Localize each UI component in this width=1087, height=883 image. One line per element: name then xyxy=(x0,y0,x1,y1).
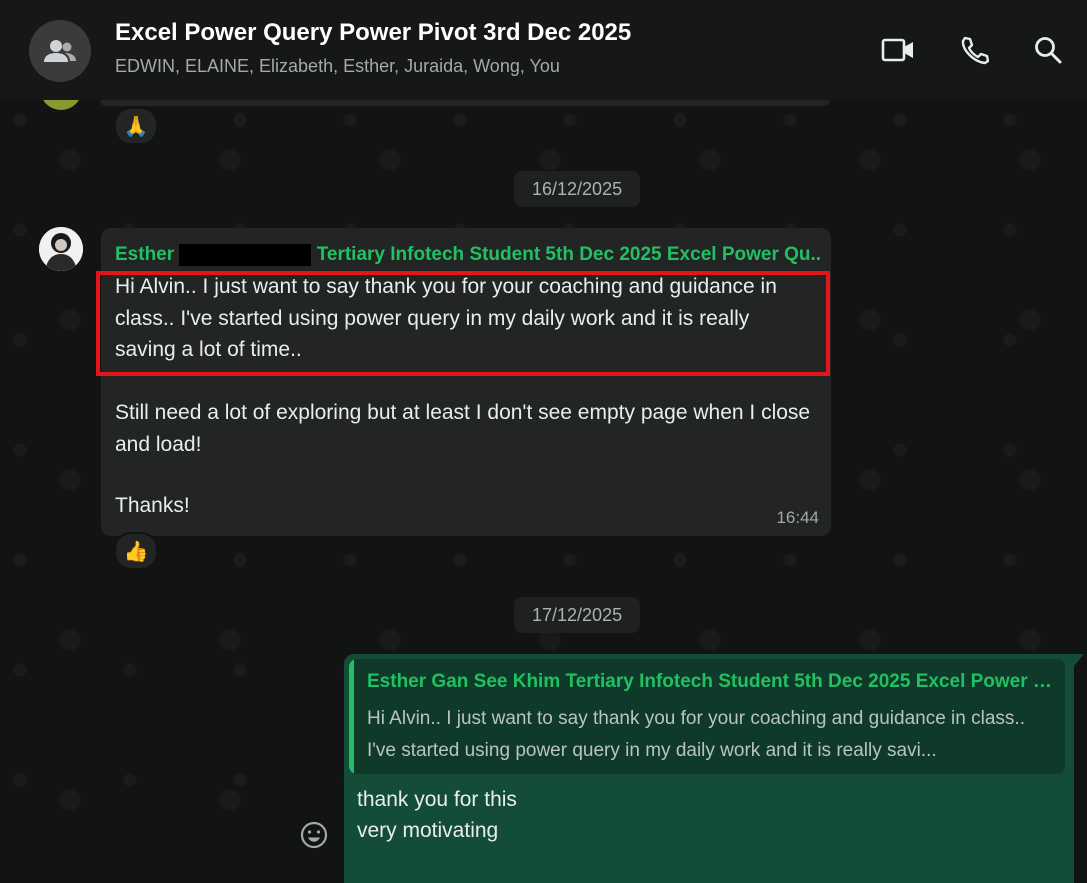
message-reaction[interactable]: 👍 xyxy=(114,532,158,570)
outgoing-line-2: very motivating xyxy=(357,819,499,842)
quoted-sender-name: Esther Gan See Khim Tertiary Infotech St… xyxy=(367,671,1059,692)
group-icon[interactable] xyxy=(29,20,91,82)
prev-message-reaction[interactable]: 🙏 xyxy=(114,107,158,145)
video-call-icon[interactable] xyxy=(880,32,916,68)
message-paragraph-2: Still need a lot of exploring but at lea… xyxy=(115,401,811,456)
date-separator: 16/12/2025 xyxy=(514,171,641,207)
quoted-message[interactable]: Esther Gan See Khim Tertiary Infotech St… xyxy=(349,659,1065,774)
sender-first-name: Esther xyxy=(115,244,175,265)
previous-sender-avatar[interactable] xyxy=(40,100,82,110)
outgoing-line-1: thank you for this xyxy=(357,788,517,811)
chat-members[interactable]: EDWIN, ELAINE, Elizabeth, Esther, Juraid… xyxy=(115,56,560,77)
chat-header: Excel Power Query Power Pivot 3rd Dec 20… xyxy=(0,0,1087,100)
outgoing-text: thank you for this very motivating xyxy=(357,784,517,846)
message-timestamp: 16:44 xyxy=(776,508,819,527)
outgoing-bubble-tail xyxy=(1074,654,1084,666)
quoted-text: Hi Alvin.. I just want to say thank you … xyxy=(367,708,1025,761)
chat-panel[interactable]: 🙏 16/12/2025 Esther Tertiary Infotech St… xyxy=(0,100,1087,883)
esther-avatar[interactable] xyxy=(39,227,83,271)
quote-bar xyxy=(349,659,354,774)
redaction-block xyxy=(179,244,312,266)
emoji-react-icon[interactable] xyxy=(299,820,329,850)
chat-title[interactable]: Excel Power Query Power Pivot 3rd Dec 20… xyxy=(115,19,631,47)
date-separator: 17/12/2025 xyxy=(514,597,641,633)
voice-call-icon[interactable] xyxy=(956,32,992,68)
sender-name-rest: Tertiary Infotech Student 5th Dec 2025 E… xyxy=(316,244,820,265)
outgoing-message-bubble[interactable]: Esther Gan See Khim Tertiary Infotech St… xyxy=(344,654,1074,883)
search-icon[interactable] xyxy=(1030,32,1066,68)
sender-name[interactable]: Esther Tertiary Infotech Student 5th Dec… xyxy=(115,244,820,266)
highlight-box xyxy=(96,271,830,376)
message-paragraph-3: Thanks! xyxy=(115,494,190,517)
previous-message-bubble xyxy=(100,100,830,106)
